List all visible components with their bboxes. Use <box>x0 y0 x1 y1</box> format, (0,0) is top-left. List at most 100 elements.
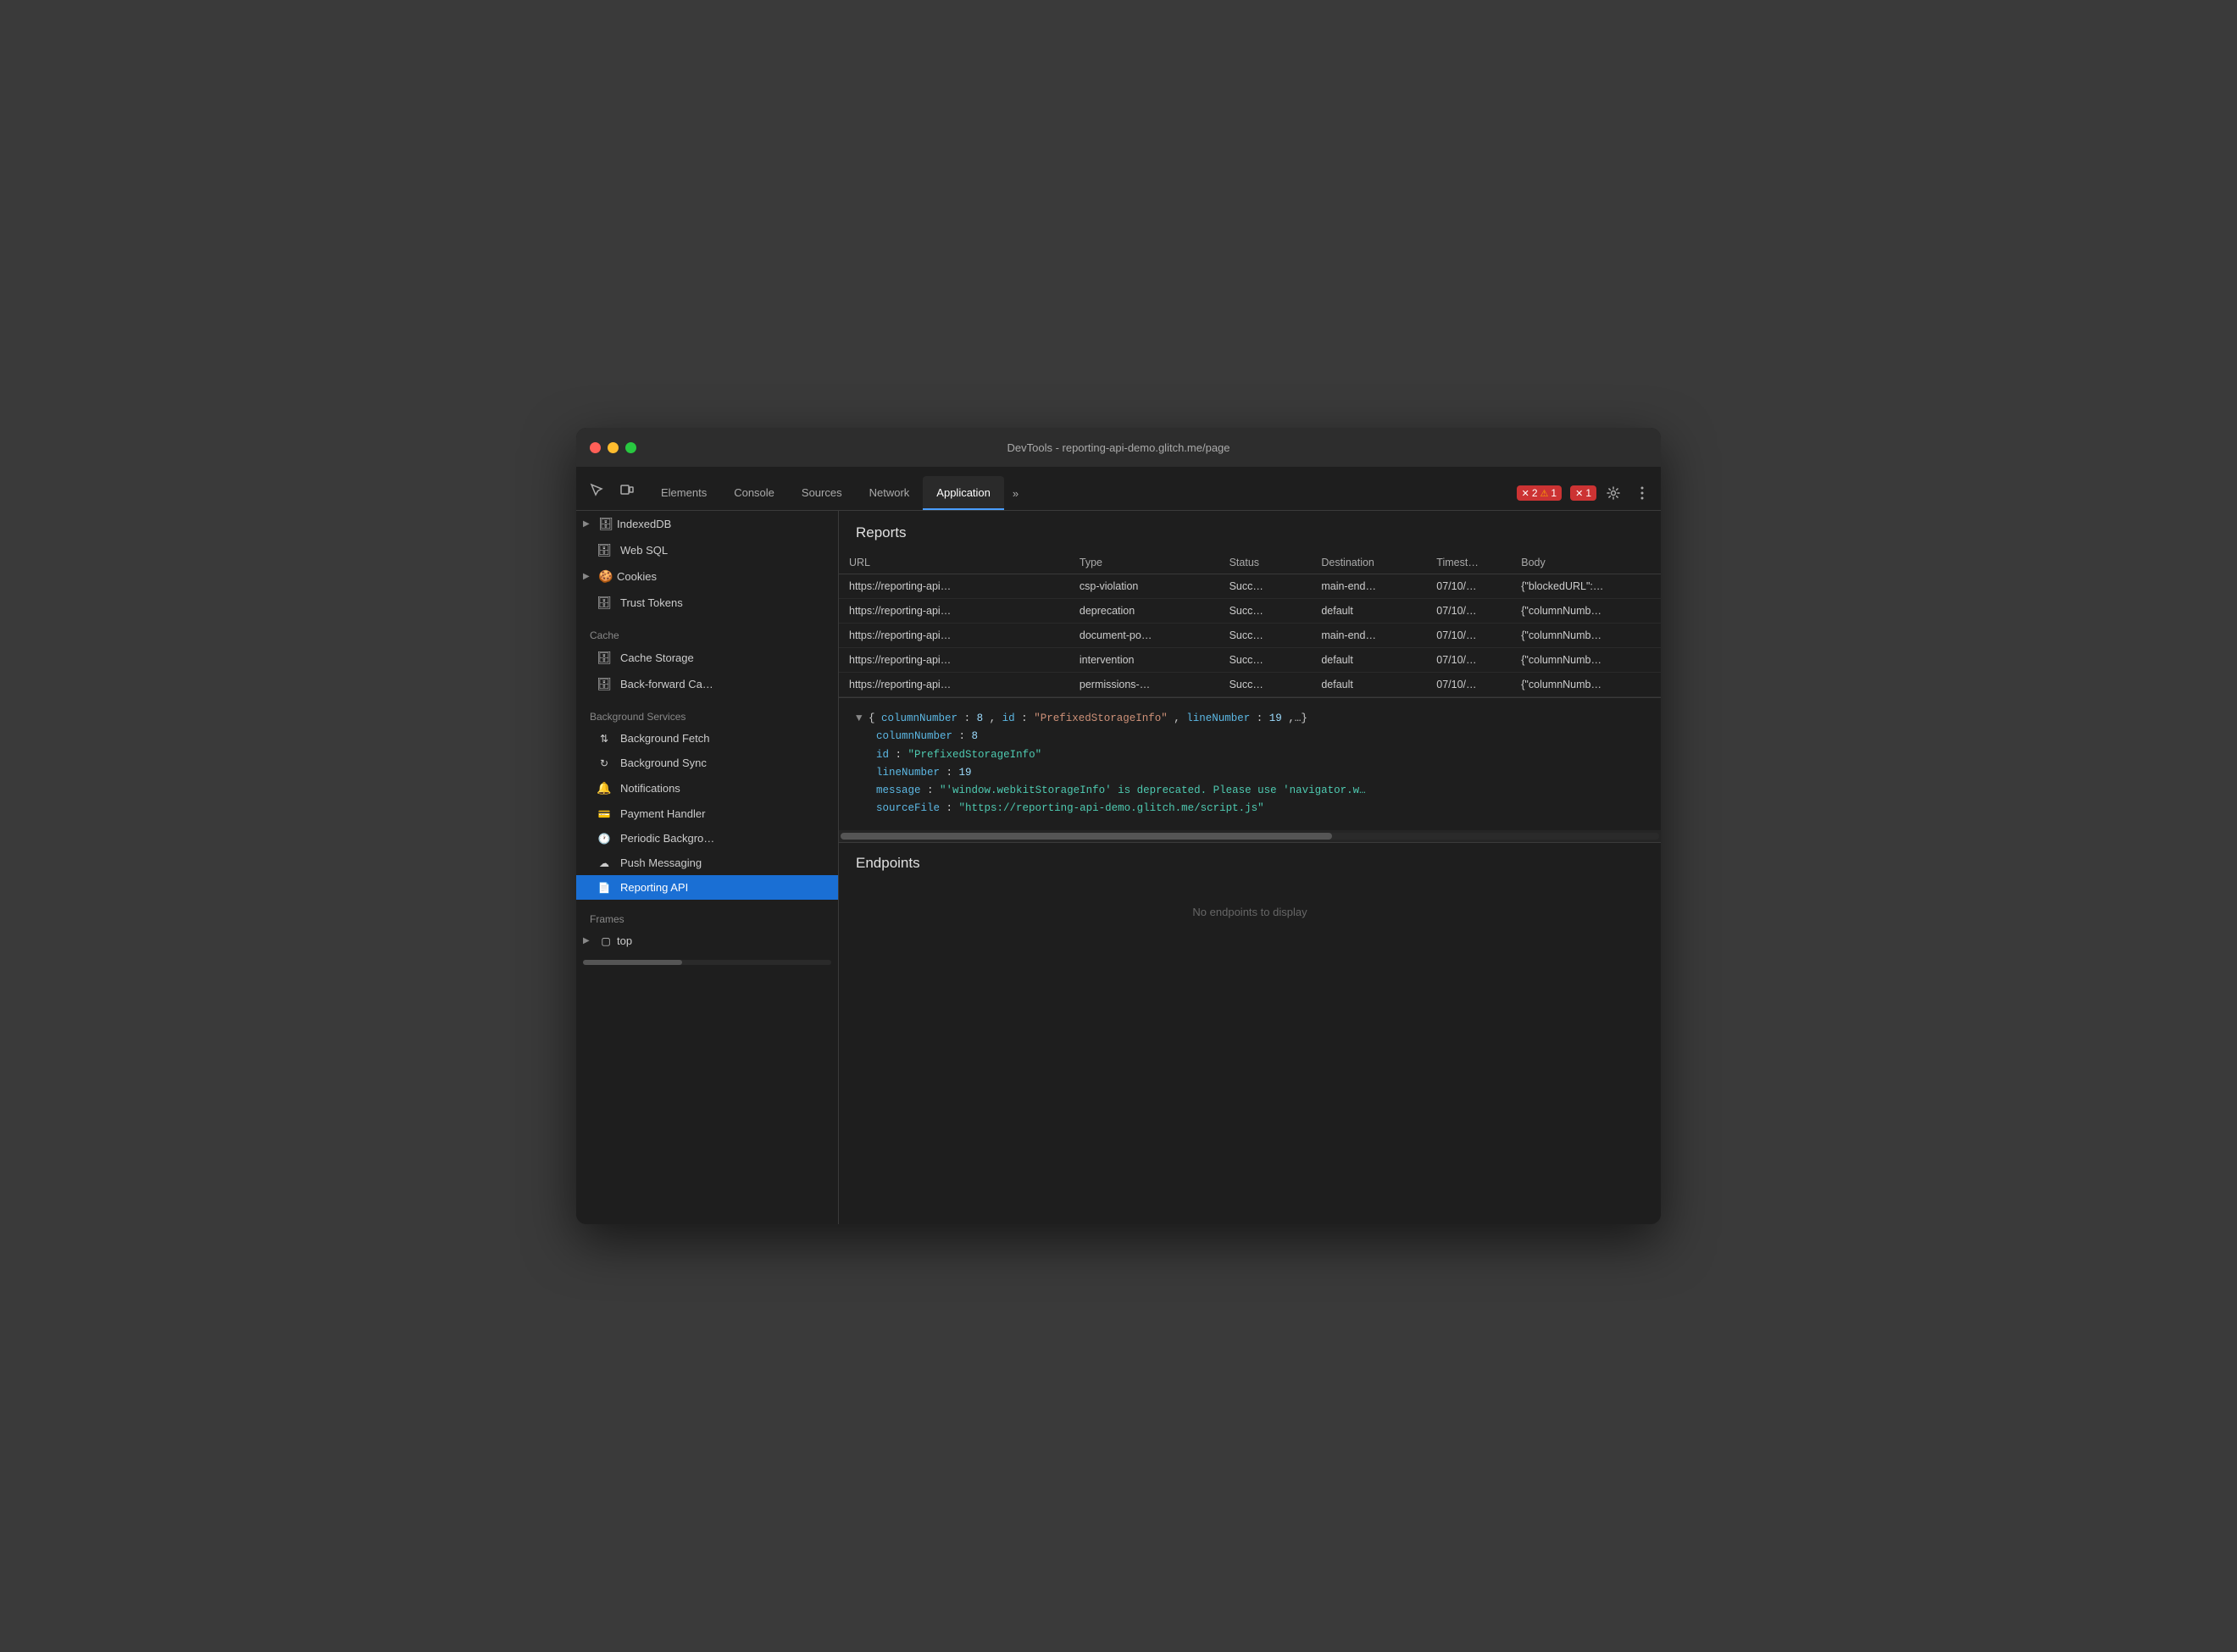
cell-destination: main-end… <box>1311 574 1426 599</box>
sidebar-item-cache-storage[interactable]: 🗄 Cache Storage <box>576 645 838 671</box>
maximize-button[interactable] <box>625 442 636 453</box>
cell-status: Succ… <box>1219 574 1312 599</box>
tab-bar: Elements Console Sources Network Applica… <box>576 467 1661 511</box>
inspect-icon[interactable] <box>583 476 610 503</box>
table-row[interactable]: https://reporting-api… intervention Succ… <box>839 648 1661 673</box>
settings-icon[interactable] <box>1601 481 1625 505</box>
cache-icon: 🗄 <box>597 651 612 665</box>
bell-icon: 🔔 <box>597 781 612 796</box>
window-title: DevTools - reporting-api-demo.glitch.me/… <box>1007 441 1230 454</box>
reports-table: URL Type Status Destination Timest… Body… <box>839 552 1661 697</box>
cell-destination: default <box>1311 599 1426 624</box>
error2-badge[interactable]: ✕ 1 <box>1570 485 1596 501</box>
cache-section-label: Cache <box>576 616 838 645</box>
error-badge[interactable]: ✕ 2 ⚠ 1 <box>1517 485 1562 501</box>
col-destination: Destination <box>1311 552 1426 574</box>
db-icon4: 🗄 <box>597 677 612 691</box>
tab-more-button[interactable]: » <box>1004 476 1027 510</box>
endpoints-section: Endpoints No endpoints to display <box>839 842 1661 942</box>
sidebar-item-push-messaging[interactable]: ☁ Push Messaging <box>576 851 838 875</box>
cloud-icon: ☁ <box>597 857 612 869</box>
tab-network[interactable]: Network <box>856 476 924 510</box>
col-status: Status <box>1219 552 1312 574</box>
table-row[interactable]: https://reporting-api… deprecation Succ…… <box>839 599 1661 624</box>
minimize-button[interactable] <box>608 442 619 453</box>
cell-status: Succ… <box>1219 648 1312 673</box>
more-options-icon[interactable] <box>1630 481 1654 505</box>
col-url: URL <box>839 552 1069 574</box>
cell-type: document-po… <box>1069 624 1219 648</box>
sidebar-item-cookies[interactable]: ▶ 🍪 Cookies <box>576 563 838 590</box>
sidebar-hscrollbar-thumb[interactable] <box>583 960 682 965</box>
reports-table-container[interactable]: URL Type Status Destination Timest… Body… <box>839 552 1661 697</box>
reports-title: Reports <box>839 511 1661 552</box>
cell-status: Succ… <box>1219 599 1312 624</box>
cell-timestamp: 07/10/… <box>1426 599 1511 624</box>
table-row[interactable]: https://reporting-api… document-po… Succ… <box>839 624 1661 648</box>
sidebar-item-notifications[interactable]: 🔔 Notifications <box>576 775 838 801</box>
detail-source-file: sourceFile : "https://reporting-api-demo… <box>856 800 1644 818</box>
detail-column-number: columnNumber : 8 <box>856 728 1644 746</box>
database-icon2: 🗄 <box>597 543 612 557</box>
cell-url: https://reporting-api… <box>839 599 1069 624</box>
sidebar-item-payment[interactable]: 💳 Payment Handler <box>576 801 838 826</box>
sidebar-item-back-forward[interactable]: 🗄 Back-forward Ca… <box>576 671 838 697</box>
detail-panel: ▼ { columnNumber : 8 , id : "PrefixedSto… <box>839 697 1661 830</box>
close-button[interactable] <box>590 442 601 453</box>
cell-status: Succ… <box>1219 673 1312 697</box>
sidebar-item-trust-tokens[interactable]: 🗄 Trust Tokens <box>576 590 838 616</box>
sidebar-item-indexeddb[interactable]: ▶ 🗄 IndexedDB <box>576 511 838 537</box>
frames-arrow-icon: ▶ <box>583 936 595 945</box>
cell-body: {"columnNumb… <box>1511 673 1661 697</box>
title-bar: DevTools - reporting-api-demo.glitch.me/… <box>576 428 1661 467</box>
sidebar-item-reporting-api[interactable]: 📄 Reporting API <box>576 875 838 900</box>
tab-console[interactable]: Console <box>720 476 788 510</box>
cell-url: https://reporting-api… <box>839 574 1069 599</box>
cell-body: {"blockedURL":… <box>1511 574 1661 599</box>
database-icon: 🗄 <box>598 517 613 531</box>
sidebar-item-websql[interactable]: 🗄 Web SQL <box>576 537 838 563</box>
content-panel: Reports URL Type Status Destination Time… <box>839 511 1661 1224</box>
cell-status: Succ… <box>1219 624 1312 648</box>
sidebar-item-frames-top[interactable]: ▶ ▢ top <box>576 929 838 953</box>
cell-url: https://reporting-api… <box>839 648 1069 673</box>
doc-icon: 📄 <box>597 882 612 894</box>
endpoints-title: Endpoints <box>839 842 1661 882</box>
tab-sources[interactable]: Sources <box>788 476 856 510</box>
cell-type: permissions-… <box>1069 673 1219 697</box>
table-row[interactable]: https://reporting-api… permissions-… Suc… <box>839 673 1661 697</box>
sidebar-item-bg-fetch[interactable]: ⇅ Background Fetch <box>576 726 838 751</box>
error-x-icon: ✕ <box>1522 488 1529 499</box>
db-icon3: 🗄 <box>597 596 612 610</box>
detail-line-number: lineNumber : 19 <box>856 764 1644 782</box>
cell-type: deprecation <box>1069 599 1219 624</box>
cell-timestamp: 07/10/… <box>1426 574 1511 599</box>
cell-body: {"columnNumb… <box>1511 599 1661 624</box>
col-type: Type <box>1069 552 1219 574</box>
bg-services-label: Background Services <box>576 697 838 726</box>
sidebar-hscrollbar[interactable] <box>583 960 831 965</box>
device-icon[interactable] <box>613 476 641 503</box>
hscrollbar-thumb[interactable] <box>841 833 1332 840</box>
card-icon: 💳 <box>597 808 612 820</box>
cell-timestamp: 07/10/… <box>1426 624 1511 648</box>
table-row[interactable]: https://reporting-api… csp-violation Suc… <box>839 574 1661 599</box>
traffic-lights <box>590 442 636 453</box>
sidebar: ▶ 🗄 IndexedDB 🗄 Web SQL ▶ 🍪 Cookies 🗄 Tr… <box>576 511 839 1224</box>
cell-url: https://reporting-api… <box>839 673 1069 697</box>
tab-elements[interactable]: Elements <box>647 476 720 510</box>
hscrollbar-track[interactable] <box>841 833 1659 840</box>
cell-destination: default <box>1311 648 1426 673</box>
tab-application[interactable]: Application <box>923 476 1004 510</box>
clock-icon: 🕐 <box>597 833 612 845</box>
sidebar-item-periodic-bg[interactable]: 🕐 Periodic Backgro… <box>576 826 838 851</box>
collapse-icon[interactable]: ▼ <box>856 712 869 724</box>
tab-bar-icons <box>583 476 641 503</box>
arrow-icon: ▶ <box>583 572 595 581</box>
detail-summary: ▼ { columnNumber : 8 , id : "PrefixedSto… <box>856 710 1644 728</box>
cell-body: {"columnNumb… <box>1511 648 1661 673</box>
cell-type: intervention <box>1069 648 1219 673</box>
sidebar-item-bg-sync[interactable]: ↻ Background Sync <box>576 751 838 775</box>
upload-icon: ⇅ <box>597 733 612 745</box>
cell-destination: main-end… <box>1311 624 1426 648</box>
